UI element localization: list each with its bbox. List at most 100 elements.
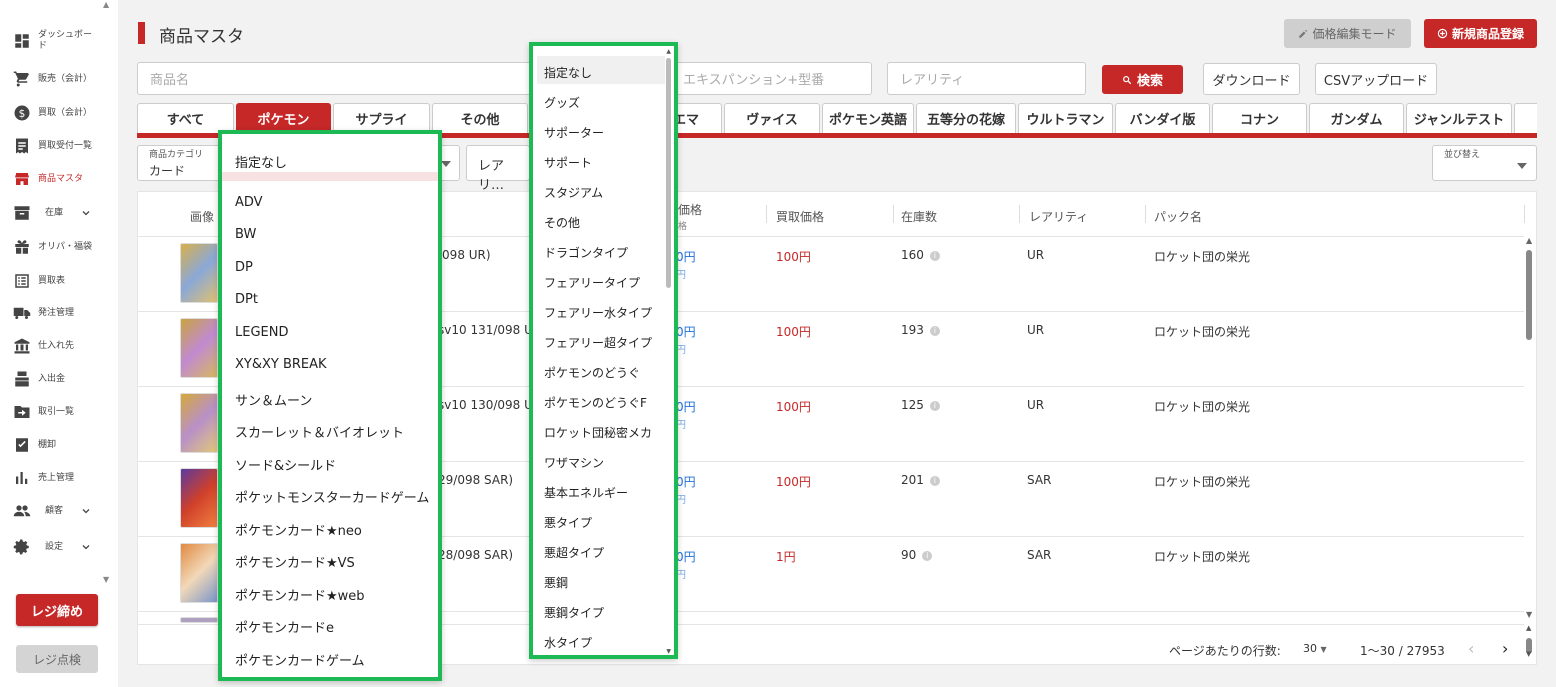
column-header-image[interactable]: 画像 [190,208,214,224]
page-scrollbar[interactable]: ▲ ▼ [1526,624,1532,680]
product-thumbnail[interactable] [180,318,218,378]
tab-other[interactable]: その他 [432,103,528,133]
type-option[interactable]: ポケモンのどうぐF [544,394,647,411]
sort-select[interactable]: 並び替え [1432,145,1537,181]
sidebar-item-stocktake[interactable]: 棚卸 [0,430,118,460]
series-option[interactable]: ポケットモンスターカードゲーム [235,487,429,506]
csv-upload-button[interactable]: CSVアップロード [1315,63,1437,95]
sidebar-item-sales-management[interactable]: 売上管理 [0,463,118,493]
info-icon[interactable]: i [929,326,940,336]
sidebar-item-orders[interactable]: 発注管理 [0,298,118,328]
tab-bandai[interactable]: バンダイ版 [1115,103,1210,133]
type-option[interactable]: 悪鋼 [544,574,568,591]
dropdown-scroll-down-icon[interactable]: ▼ [666,648,671,655]
tab-ultraman[interactable]: ウルトラマン [1018,103,1113,133]
type-option[interactable]: 基本エネルギー [544,484,628,501]
info-icon[interactable]: i [929,401,940,411]
sidebar-scroll-down-icon[interactable]: ▼ [103,575,109,584]
type-option[interactable]: サポーター [544,124,604,141]
search-button[interactable]: 検索 [1102,65,1183,94]
tab-overflow[interactable] [1514,103,1537,133]
type-option[interactable]: フェアリー超タイプ [544,334,652,351]
column-header-pack[interactable]: パック名 [1154,208,1202,224]
column-divider[interactable] [1524,205,1525,223]
type-option[interactable]: 水タイプ [544,634,592,651]
table-scroll-down-icon[interactable]: ▼ [1526,610,1532,619]
series-option[interactable]: DP [235,260,253,275]
column-header-price[interactable]: 価格 [678,201,702,217]
sidebar-item-settings[interactable]: 設定 [0,532,118,562]
rarity-select[interactable]: レアリ… [466,145,530,193]
chevron-down-icon[interactable] [80,505,92,517]
product-name-input[interactable]: 商品名 [137,62,537,95]
type-option[interactable]: ロケット団秘密メカ [544,424,652,441]
series-option[interactable]: サン＆ムーン [235,390,312,409]
series-option[interactable]: DPt [235,292,258,307]
column-divider[interactable] [766,205,767,223]
table-scroll-up-icon[interactable]: ▲ [1526,236,1532,245]
series-option[interactable]: ADV [235,195,263,210]
register-close-button[interactable]: レジ締め [16,594,98,626]
column-divider[interactable] [893,205,894,223]
info-icon[interactable]: i [929,251,940,261]
sidebar-item-dashboard[interactable]: ダッシュボード [0,26,118,56]
dropdown-scroll-up-icon[interactable]: ▲ [666,48,671,55]
sidebar-item-purchase[interactable]: $ 買取（会計） [0,98,118,128]
next-page-icon[interactable]: › [1502,639,1508,658]
series-option[interactable]: ポケモンカードe [235,617,334,636]
type-option[interactable]: 悪超タイプ [544,544,604,561]
sidebar-item-sales[interactable]: 販売（会計） [0,64,118,94]
tab-weiss[interactable]: ヴァイス [724,103,820,133]
dropdown-scrollbar[interactable] [666,58,671,288]
type-option[interactable]: サポート [544,154,592,171]
series-option[interactable]: ポケモンカードゲーム [235,650,365,669]
download-button[interactable]: ダウンロード [1203,63,1300,95]
tab-pokemon[interactable]: ポケモン [236,103,331,133]
type-option[interactable]: 悪鋼タイプ [544,604,604,621]
column-header-rarity[interactable]: レアリティ [1029,208,1088,224]
chevron-down-icon[interactable] [80,541,92,553]
sidebar-item-cash[interactable]: 入出金 [0,364,118,394]
series-option[interactable]: ポケモンカード★neo [235,520,362,539]
info-icon[interactable]: i [929,476,940,486]
column-header-buy-price[interactable]: 買取価格 [776,208,824,224]
column-divider[interactable] [1145,205,1146,223]
type-option[interactable]: ワザマシン [544,454,604,471]
page-scroll-up-icon[interactable]: ▲ [1526,624,1531,632]
sidebar-scroll-up-icon[interactable]: ▲ [103,0,109,9]
type-option[interactable]: グッズ [544,94,580,111]
series-option[interactable]: 指定なし [235,152,287,171]
product-thumbnail[interactable] [180,243,218,303]
column-header-stock[interactable]: 在庫数 [901,208,937,224]
price-edit-mode-button[interactable]: 価格編集モード [1284,19,1411,48]
series-option[interactable]: ポケモンカード★web [235,585,365,604]
rarity-input[interactable]: レアリティ [887,62,1086,95]
tab-all[interactable]: すべて [137,103,234,133]
series-option[interactable]: XY&XY BREAK [235,357,327,372]
tab-pokemon-english[interactable]: ポケモン英語 [822,103,914,133]
type-option[interactable]: ポケモンのどうぐ [544,364,640,381]
rows-per-page-select[interactable]: 30 ▼ [1303,642,1327,655]
type-option[interactable]: スタジアム [544,184,603,201]
tab-supply[interactable]: サプライ [333,103,430,133]
chevron-down-icon[interactable] [80,207,92,219]
previous-page-icon[interactable]: ‹ [1468,639,1474,658]
register-check-button[interactable]: レジ点検 [16,645,98,673]
product-thumbnail[interactable] [180,617,218,623]
type-option[interactable]: 指定なし [544,64,592,81]
tab-gundam[interactable]: ガンダム [1309,103,1404,133]
tab-conan[interactable]: コナン [1212,103,1307,133]
type-option[interactable]: フェアリータイプ [544,274,640,291]
product-thumbnail[interactable] [180,393,218,453]
series-option[interactable]: BW [235,227,256,242]
column-divider[interactable] [1019,205,1020,223]
category-select[interactable]: 商品カテゴリ カード [137,145,227,181]
table-scrollbar[interactable] [1526,250,1532,340]
series-option[interactable]: LEGEND [235,325,288,340]
sidebar-item-price-list[interactable]: 買取表 [0,266,118,296]
sidebar-item-product-master[interactable]: 商品マスタ [0,164,118,194]
tab-gotoubun[interactable]: 五等分の花嫁 [916,103,1016,133]
series-option[interactable]: スカーレット＆バイオレット [235,422,404,441]
sidebar-item-suppliers[interactable]: 仕入れ先 [0,331,118,361]
series-option[interactable]: ソード&シールド [235,455,336,474]
